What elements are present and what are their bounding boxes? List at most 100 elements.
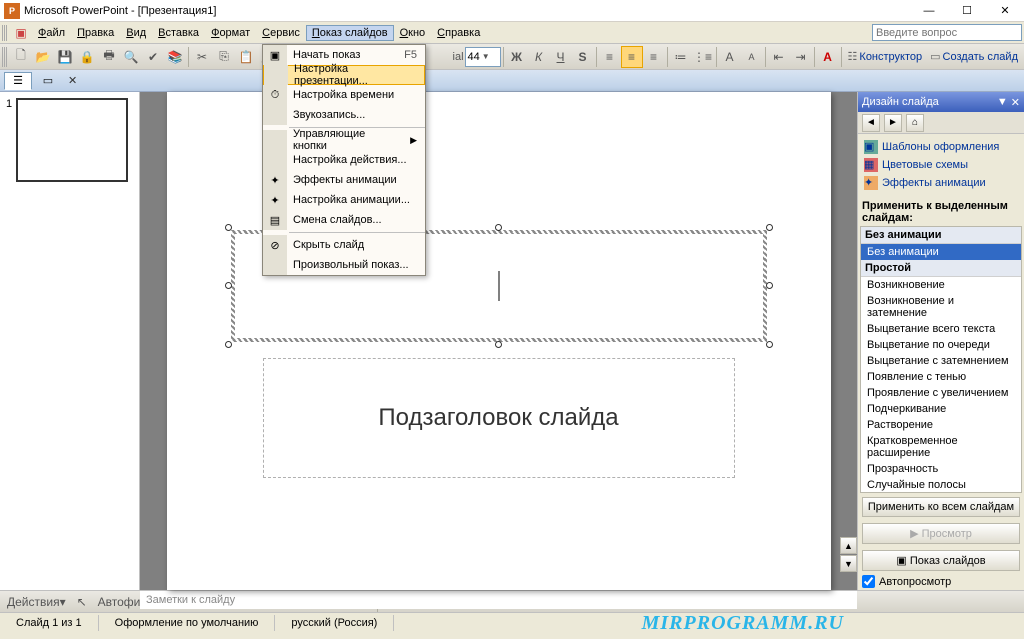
menu-справка[interactable]: Справка [431, 25, 486, 41]
design-link[interactable]: ☷Конструктор [844, 50, 927, 63]
menu-окно[interactable]: Окно [394, 25, 432, 41]
tabs-close-icon[interactable]: ✕ [68, 74, 77, 87]
save-icon[interactable]: 💾 [54, 46, 76, 68]
pane-close-icon[interactable]: ✕ [1011, 96, 1020, 109]
anim-item[interactable]: Растворение [861, 417, 1021, 433]
pane-back-button[interactable]: ◄ [862, 114, 880, 132]
ask-input[interactable] [872, 24, 1022, 41]
select-icon[interactable]: ↖ [71, 591, 93, 613]
status-slide: Слайд 1 из 1 [0, 615, 99, 631]
menuitem[interactable]: ✦Эффекты анимации [263, 170, 425, 190]
app-icon: P [4, 3, 20, 19]
close-button[interactable]: ✕ [990, 2, 1020, 20]
menu-вид[interactable]: Вид [120, 25, 152, 41]
animation-list[interactable]: Без анимацииБез анимацииПростойВозникнов… [860, 226, 1022, 493]
doc-close-icon[interactable]: ▣ [10, 22, 32, 44]
anim-item[interactable]: Возникновение и затемнение [861, 293, 1021, 321]
font-size-dropdown[interactable]: 44▼ [465, 47, 501, 67]
pane-dropdown-icon[interactable]: ▼ [997, 96, 1008, 109]
paste-icon[interactable]: 📋 [235, 46, 257, 68]
bullet-icon[interactable]: ⋮≡ [692, 46, 714, 68]
anim-item[interactable]: Выцветание с затемнением [861, 353, 1021, 369]
anim-item[interactable]: Прозрачность [861, 461, 1021, 477]
color-schemes-link[interactable]: ▦Цветовые схемы [862, 156, 1020, 174]
anim-item[interactable]: Выцветание по очереди [861, 337, 1021, 353]
menu-сервис[interactable]: Сервис [256, 25, 306, 41]
animation-effects-link[interactable]: ✦Эффекты анимации [862, 174, 1020, 192]
menuitem[interactable]: ▣Начать показF5 [263, 45, 425, 65]
research-icon[interactable]: 📚 [164, 46, 186, 68]
increase-font-icon[interactable]: A [719, 46, 741, 68]
apply-all-button[interactable]: Применить ко всем слайдам [862, 497, 1020, 517]
spell-icon[interactable]: ✔ [142, 46, 164, 68]
templates-link[interactable]: ▣Шаблоны оформления [862, 138, 1020, 156]
menuitem[interactable]: Звукозапись... [263, 105, 425, 125]
font-end-icon: ial [452, 46, 465, 68]
copy-icon[interactable]: ⎘ [213, 46, 235, 68]
menuitem[interactable]: Произвольный показ... [263, 255, 425, 275]
thumbnail[interactable]: 1 [6, 98, 133, 182]
menu-правка[interactable]: Правка [71, 25, 120, 41]
italic-icon[interactable]: К [528, 46, 550, 68]
align-center-icon[interactable]: ≡ [621, 46, 643, 68]
anim-item[interactable]: Появление с тенью [861, 369, 1021, 385]
anim-item[interactable]: Случайные полосы [861, 477, 1021, 493]
menuitem[interactable]: ✦Настройка анимации... [263, 190, 425, 210]
underline-icon[interactable]: Ч [550, 46, 572, 68]
menu-формат[interactable]: Формат [205, 25, 256, 41]
thumb-preview[interactable] [16, 98, 128, 182]
align-left-icon[interactable]: ≡ [599, 46, 621, 68]
maximize-button[interactable]: ☐ [952, 2, 982, 20]
bold-icon[interactable]: Ж [506, 46, 528, 68]
menuitem[interactable]: Настройка действия... [263, 150, 425, 170]
slides-tab[interactable]: ▭ [34, 72, 62, 90]
slideshow-button[interactable]: ▣ Показ слайдов [862, 550, 1020, 571]
view-tabs: ☰ ▭ ✕ [0, 70, 1024, 92]
menuitem[interactable]: ▤Смена слайдов... [263, 210, 425, 230]
cut-icon[interactable]: ✂ [191, 46, 213, 68]
numbering-icon[interactable]: ≔ [670, 46, 692, 68]
shadow-icon[interactable]: S [572, 46, 594, 68]
subtitle-placeholder[interactable]: Подзаголовок слайда [263, 358, 735, 478]
preview-icon[interactable]: 🔍 [120, 46, 142, 68]
main-area: 1 Подзаголовок слайда ▲ ▼ З [0, 92, 1024, 590]
next-slide-button[interactable]: ▼ [840, 555, 857, 572]
permission-icon[interactable]: 🔒 [76, 46, 98, 68]
title-bar: P Microsoft PowerPoint - [Презентация1] … [0, 0, 1024, 22]
pane-home-button[interactable]: ⌂ [906, 114, 924, 132]
grip-icon [2, 25, 8, 41]
decrease-font-icon[interactable]: A [741, 46, 763, 68]
new-icon[interactable]: 🗋 [10, 46, 32, 68]
prev-slide-button[interactable]: ▲ [840, 537, 857, 554]
task-pane: Дизайн слайда ▼✕ ◄ ► ⌂ ▣Шаблоны оформлен… [857, 92, 1024, 590]
pane-forward-button[interactable]: ► [884, 114, 902, 132]
anim-item[interactable]: Проявление с увеличением [861, 385, 1021, 401]
actions-menu[interactable]: Действия ▾ [2, 591, 71, 613]
status-lang: русский (Россия) [275, 615, 394, 631]
new-slide-link[interactable]: ▭Создать слайд [926, 50, 1022, 63]
standard-toolbar: 🗋 📂 💾 🔒 🖶 🔍 ✔ 📚 ✂ ⎘ 📋 🖌 ↶ ↷ 📊 ▦ ▥ 🔗 ial … [0, 44, 1024, 70]
font-color-icon[interactable]: A [817, 46, 839, 68]
outdent-icon[interactable]: ⇤ [768, 46, 790, 68]
menu-вставка[interactable]: Вставка [152, 25, 205, 41]
indent-icon[interactable]: ⇥ [790, 46, 812, 68]
notes-pane[interactable]: Заметки к слайду [140, 590, 857, 609]
menu-файл[interactable]: Файл [32, 25, 71, 41]
anim-item[interactable]: Без анимации [861, 244, 1021, 260]
autopreview-check[interactable]: Автопросмотр [858, 573, 1024, 590]
open-icon[interactable]: 📂 [32, 46, 54, 68]
anim-item[interactable]: Выцветание всего текста [861, 321, 1021, 337]
thumbnail-panel[interactable]: 1 [0, 92, 140, 590]
minimize-button[interactable]: — [914, 2, 944, 20]
menuitem[interactable]: ⏱Настройка времени [263, 85, 425, 105]
menu-показ слайдов[interactable]: Показ слайдов [306, 25, 394, 41]
anim-item[interactable]: Подчеркивание [861, 401, 1021, 417]
anim-item[interactable]: Кратковременное расширение [861, 433, 1021, 461]
menuitem[interactable]: Управляющие кнопки▶ [263, 130, 425, 150]
print-icon[interactable]: 🖶 [98, 46, 120, 68]
outline-tab[interactable]: ☰ [4, 72, 32, 90]
anim-item[interactable]: Возникновение [861, 277, 1021, 293]
watermark: MIRPROGRAMM.RU [642, 612, 844, 635]
menuitem[interactable]: ⊘Скрыть слайд [263, 235, 425, 255]
menuitem[interactable]: Настройка презентации... [263, 65, 425, 85]
